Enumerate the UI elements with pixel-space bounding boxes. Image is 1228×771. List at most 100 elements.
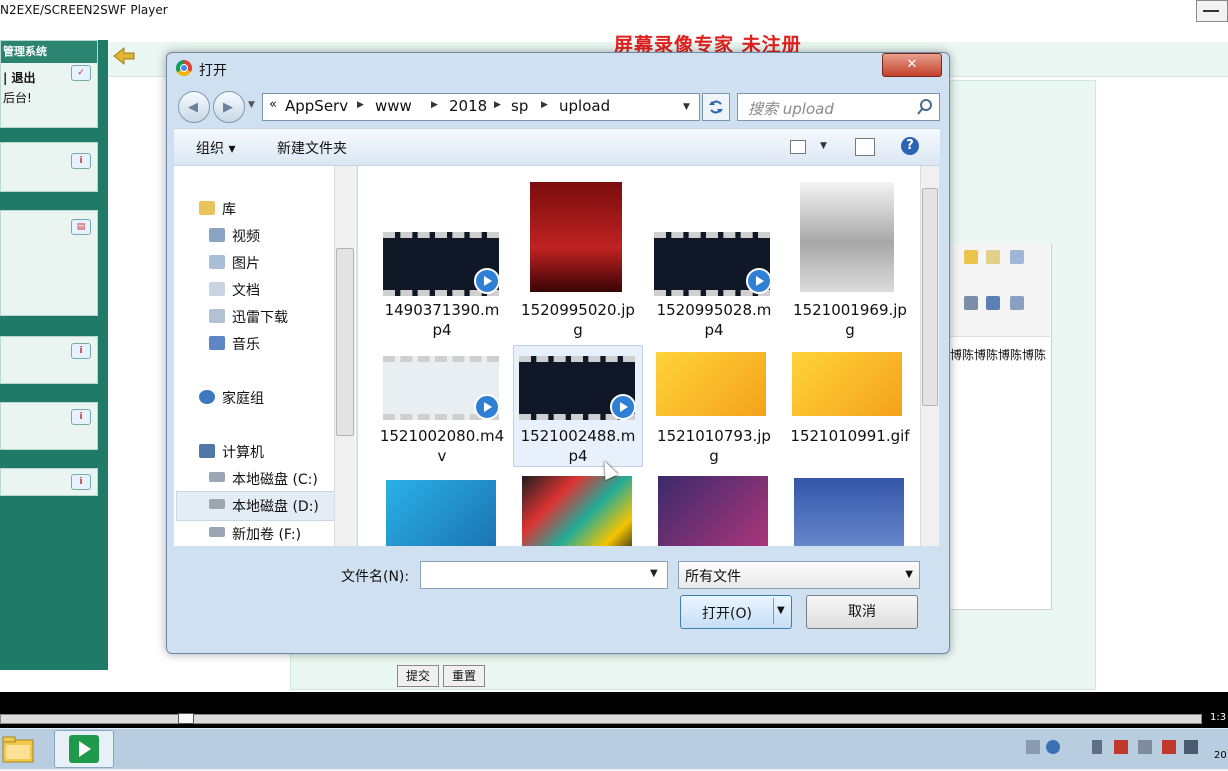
file-name: 1521002080.m4	[379, 427, 505, 445]
player-minimize-button[interactable]	[1196, 0, 1228, 22]
breadcrumb-appserv[interactable]: AppServ	[285, 97, 348, 115]
address-bar[interactable]: « AppServ ▶ www ▶ 2018 ▶ sp ▶ upload ▼	[262, 93, 700, 121]
breadcrumb-separator[interactable]: ▶	[541, 100, 548, 110]
new-folder-button[interactable]: 新建文件夹	[277, 138, 347, 158]
image-thumbnail	[656, 352, 766, 416]
breadcrumb-separator[interactable]: ▶	[431, 100, 438, 110]
breadcrumb-upload[interactable]: upload	[559, 97, 610, 115]
file-name: 1521010793.jp	[657, 427, 771, 445]
view-options-dropdown[interactable]: ▼	[820, 141, 827, 151]
image-thumbnail	[530, 182, 622, 292]
tree-item-videos[interactable]: 视频	[232, 226, 260, 246]
cancel-button[interactable]: 取消	[806, 595, 918, 629]
sidebar-item-icon: i	[71, 343, 91, 359]
tree-item-homegroup[interactable]: 家庭组	[222, 388, 264, 408]
breadcrumb-separator[interactable]: ▶	[357, 100, 364, 110]
admin-sidebar: 管理系统 | 退出 后台! ✓ i ▤ i i i	[0, 40, 108, 670]
file-name: 1520995028.m	[656, 301, 772, 319]
tree-item-drive-c[interactable]: 本地磁盘 (C:)	[232, 469, 318, 489]
recent-locations-dropdown[interactable]: ▼	[248, 100, 255, 110]
unlink-icon[interactable]	[1010, 296, 1024, 310]
player-seek-thumb[interactable]	[178, 713, 194, 724]
tree-item-documents[interactable]: 文档	[232, 280, 260, 300]
show-hidden-icons[interactable]	[1092, 740, 1102, 754]
tree-item-drive-f[interactable]: 新加卷 (F:)	[232, 524, 301, 544]
breadcrumb-separator[interactable]: ▶	[494, 100, 501, 110]
file-explorer-icon[interactable]	[0, 732, 38, 766]
edit-icon[interactable]	[986, 250, 1000, 264]
sidebar-card-5[interactable]: i	[0, 468, 98, 496]
sidebar-card-2[interactable]: ▤	[0, 210, 98, 316]
address-overflow[interactable]: «	[269, 97, 277, 112]
organize-menu[interactable]: 组织 ▾	[196, 138, 235, 158]
file-item[interactable]	[378, 472, 506, 546]
file-item[interactable]	[514, 472, 642, 546]
preview-pane-icon[interactable]	[855, 138, 875, 156]
search-placeholder: 搜索 upload	[748, 100, 834, 118]
video-play-icon	[474, 268, 500, 294]
screen-player-taskbar-button[interactable]	[54, 730, 114, 768]
breadcrumb-sp[interactable]: sp	[511, 97, 528, 115]
address-history-dropdown[interactable]: ▼	[683, 102, 690, 112]
file-item[interactable]: 1520995028.m p4	[650, 176, 778, 339]
breadcrumb-2018[interactable]: 2018	[449, 97, 487, 115]
open-button[interactable]: 打开(O) ▼	[680, 595, 792, 629]
sidebar-card-4[interactable]: i	[0, 402, 98, 450]
filename-history-dropdown[interactable]: ▼	[650, 568, 658, 579]
volume-icon[interactable]	[1138, 740, 1152, 754]
video-play-icon	[610, 394, 636, 420]
sidebar-card-header: 管理系统 | 退出 后台! ✓	[0, 40, 98, 128]
tree-item-computer[interactable]: 计算机	[222, 442, 264, 462]
reset-button[interactable]: 重置	[443, 665, 485, 687]
taskbar-clock[interactable]: 20	[1214, 750, 1227, 761]
highlighter-icon[interactable]	[964, 250, 978, 264]
file-item[interactable]	[786, 472, 914, 546]
navigation-scroll-thumb[interactable]	[336, 248, 354, 436]
file-item[interactable]: 1520995020.jp g	[514, 176, 642, 339]
tree-item-pictures[interactable]: 图片	[232, 253, 260, 273]
security-icon[interactable]	[1114, 740, 1128, 754]
file-name: 1490371390.m	[384, 301, 500, 319]
chevron-down-icon: ▼	[905, 569, 913, 580]
search-icon[interactable]	[917, 99, 933, 115]
music-library-icon	[209, 336, 225, 350]
sidebar-system-title: 管理系统	[1, 41, 97, 63]
file-list-scroll-thumb[interactable]	[922, 188, 938, 406]
tree-item-library[interactable]: 库	[222, 199, 236, 219]
tree-item-music[interactable]: 音乐	[232, 334, 260, 354]
file-item[interactable]: 1521001969.jp g	[786, 176, 914, 339]
file-item-selected[interactable]: 1521002488.m p4	[513, 345, 643, 467]
nav-back-button[interactable]: ◀	[178, 91, 210, 123]
back-arrow-icon[interactable]	[112, 46, 136, 66]
filename-input[interactable]	[420, 561, 668, 589]
submit-button[interactable]: 提交	[397, 665, 439, 687]
image-thumbnail	[522, 476, 632, 546]
help-icon[interactable]: ?	[901, 137, 919, 155]
sidebar-card-3[interactable]: i	[0, 336, 98, 384]
file-item[interactable]: 1490371390.m p4	[378, 176, 506, 339]
sidebar-item-icon: i	[71, 409, 91, 425]
tree-item-drive-d[interactable]: 本地磁盘 (D:)	[232, 496, 319, 516]
search-input[interactable]: 搜索 upload	[737, 93, 940, 121]
file-item[interactable]: 1521010991.gif	[786, 346, 914, 466]
keyboard-icon[interactable]	[1026, 740, 1040, 754]
signal-icon[interactable]	[1184, 740, 1198, 754]
network-icon[interactable]	[1162, 740, 1176, 754]
link-icon[interactable]	[986, 296, 1000, 310]
refresh-button[interactable]	[702, 93, 730, 121]
breadcrumb-www[interactable]: www	[375, 97, 412, 115]
nav-forward-button[interactable]: ▶	[213, 91, 245, 123]
file-type-select[interactable]: 所有文件 ▼	[678, 561, 920, 589]
close-icon[interactable]: ✕	[882, 53, 942, 77]
anchor-icon[interactable]	[964, 296, 978, 310]
logout-link[interactable]: | 退出	[3, 69, 36, 86]
file-item[interactable]	[650, 472, 778, 546]
cursor-icon[interactable]	[1010, 250, 1024, 264]
change-view-icon[interactable]	[790, 140, 806, 154]
open-options-dropdown[interactable]: ▼	[777, 605, 785, 616]
help-tray-icon[interactable]	[1046, 740, 1060, 754]
file-item[interactable]: 1521002080.m4 v	[378, 346, 506, 466]
file-item[interactable]: 1521010793.jp g	[650, 346, 778, 466]
sidebar-card-1[interactable]: i	[0, 142, 98, 192]
tree-item-xunlei-downloads[interactable]: 迅雷下载	[232, 307, 288, 327]
